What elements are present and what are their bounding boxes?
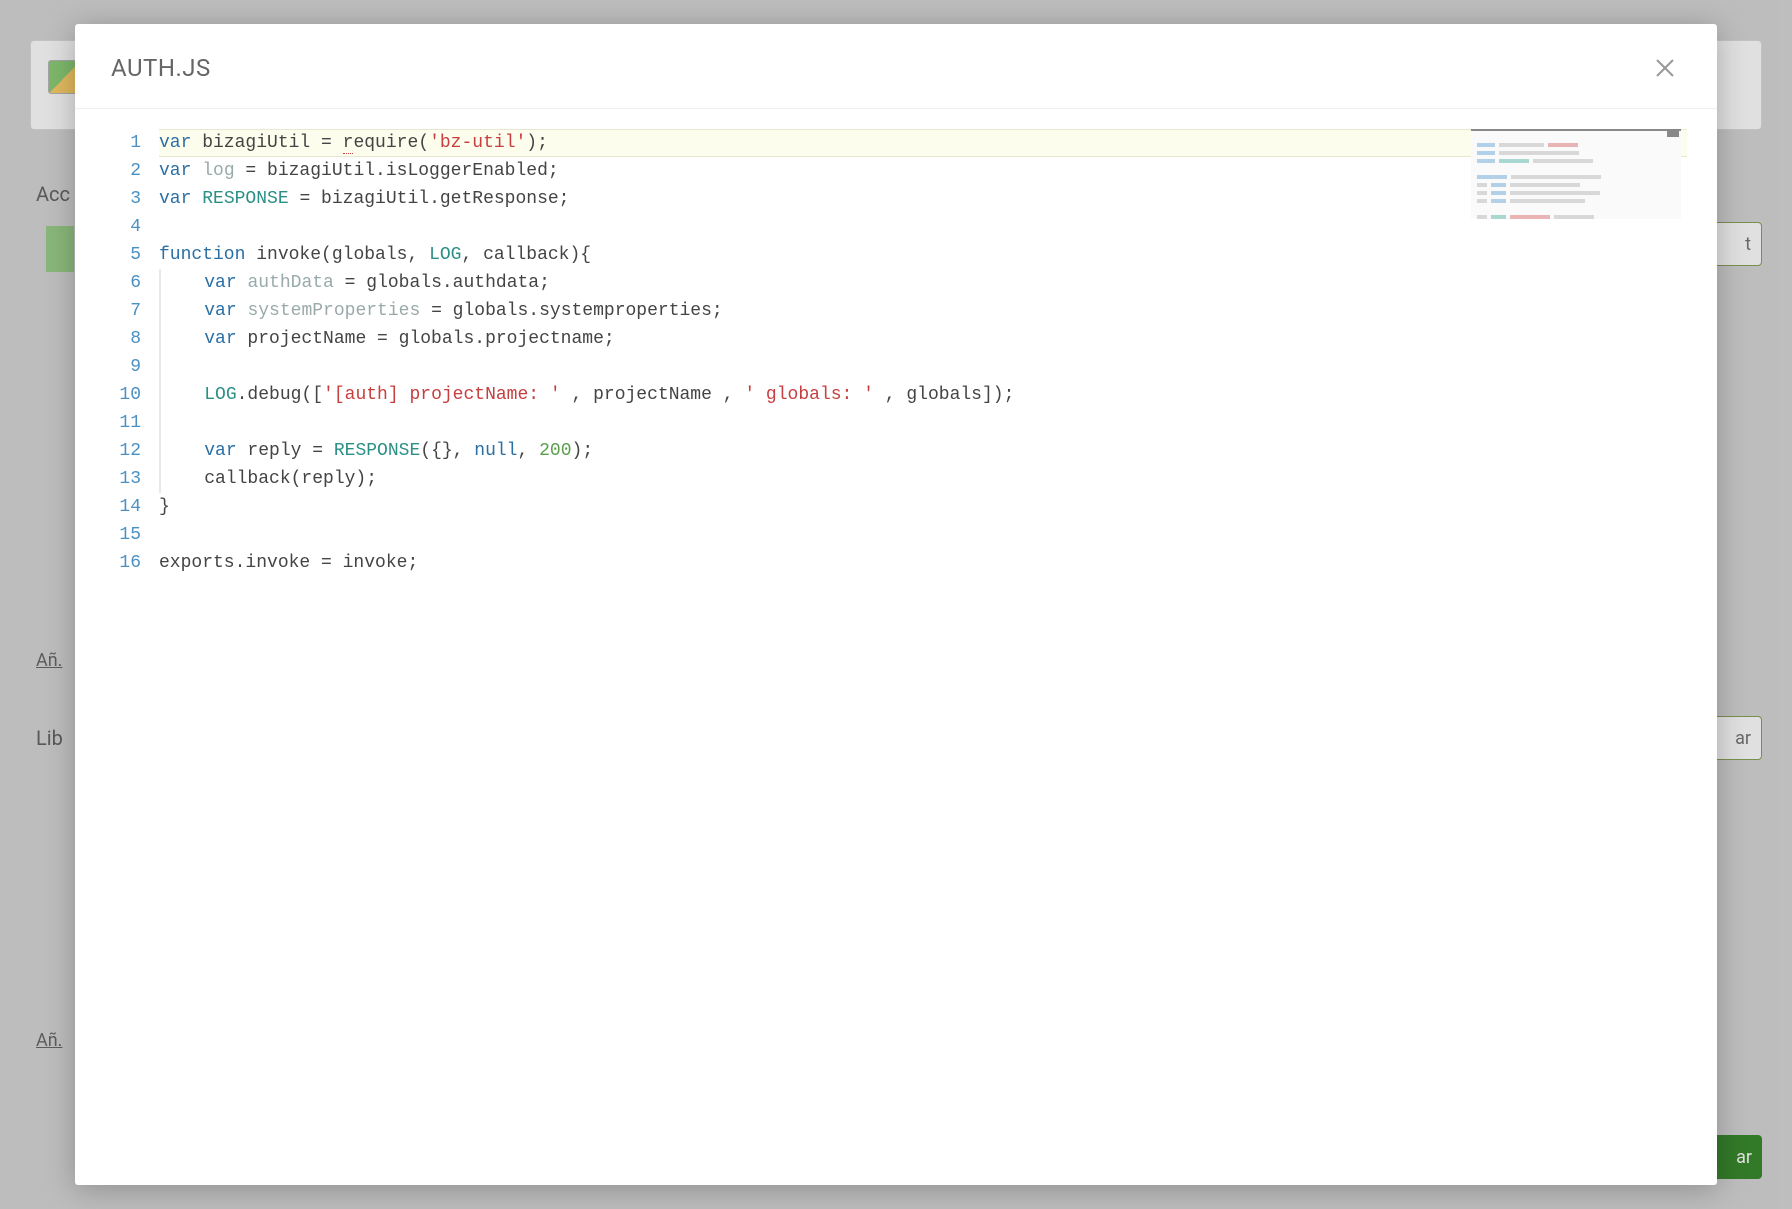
modal-title: AUTH.JS	[111, 54, 211, 82]
close-icon	[1654, 57, 1676, 79]
line-number: 11	[105, 409, 141, 437]
code-line[interactable]: callback(reply);	[159, 465, 1687, 493]
code-line[interactable]	[159, 409, 1687, 437]
line-number: 15	[105, 521, 141, 549]
line-number: 12	[105, 437, 141, 465]
line-number: 10	[105, 381, 141, 409]
line-number: 6	[105, 269, 141, 297]
line-number: 8	[105, 325, 141, 353]
code-line[interactable]: var bizagiUtil = require('bz-util');	[159, 129, 1687, 157]
close-button[interactable]	[1649, 52, 1681, 84]
code-line[interactable]	[159, 353, 1687, 381]
line-number: 2	[105, 157, 141, 185]
code-editor[interactable]: 12345678910111213141516 var bizagiUtil =…	[75, 109, 1717, 1185]
code-line[interactable]: var projectName = globals.projectname;	[159, 325, 1687, 353]
minimap[interactable]	[1471, 129, 1681, 219]
code-line[interactable]: var systemProperties = globals.systempro…	[159, 297, 1687, 325]
line-number: 13	[105, 465, 141, 493]
code-line[interactable]: var RESPONSE = bizagiUtil.getResponse;	[159, 185, 1687, 213]
code-line[interactable]	[159, 521, 1687, 549]
code-content[interactable]: var bizagiUtil = require('bz-util');var …	[159, 129, 1687, 1165]
modal-header: AUTH.JS	[75, 24, 1717, 109]
line-number: 7	[105, 297, 141, 325]
line-number: 5	[105, 241, 141, 269]
code-line[interactable]: }	[159, 493, 1687, 521]
code-line[interactable]: var authData = globals.authdata;	[159, 269, 1687, 297]
line-number: 9	[105, 353, 141, 381]
code-line[interactable]: var reply = RESPONSE({}, null, 200);	[159, 437, 1687, 465]
line-number: 16	[105, 549, 141, 577]
line-number: 14	[105, 493, 141, 521]
line-number: 1	[105, 129, 141, 157]
code-line[interactable]: LOG.debug(['[auth] projectName: ' , proj…	[159, 381, 1687, 409]
code-line[interactable]: function invoke(globals, LOG, callback){	[159, 241, 1687, 269]
minimap-viewport-indicator	[1667, 131, 1679, 137]
line-number: 4	[105, 213, 141, 241]
code-line[interactable]: exports.invoke = invoke;	[159, 549, 1687, 577]
code-line[interactable]	[159, 213, 1687, 241]
code-line[interactable]: var log = bizagiUtil.isLoggerEnabled;	[159, 157, 1687, 185]
line-number-gutter: 12345678910111213141516	[105, 129, 159, 1165]
code-viewer-modal: AUTH.JS 12345678910111213141516 var biza…	[75, 24, 1717, 1185]
line-number: 3	[105, 185, 141, 213]
